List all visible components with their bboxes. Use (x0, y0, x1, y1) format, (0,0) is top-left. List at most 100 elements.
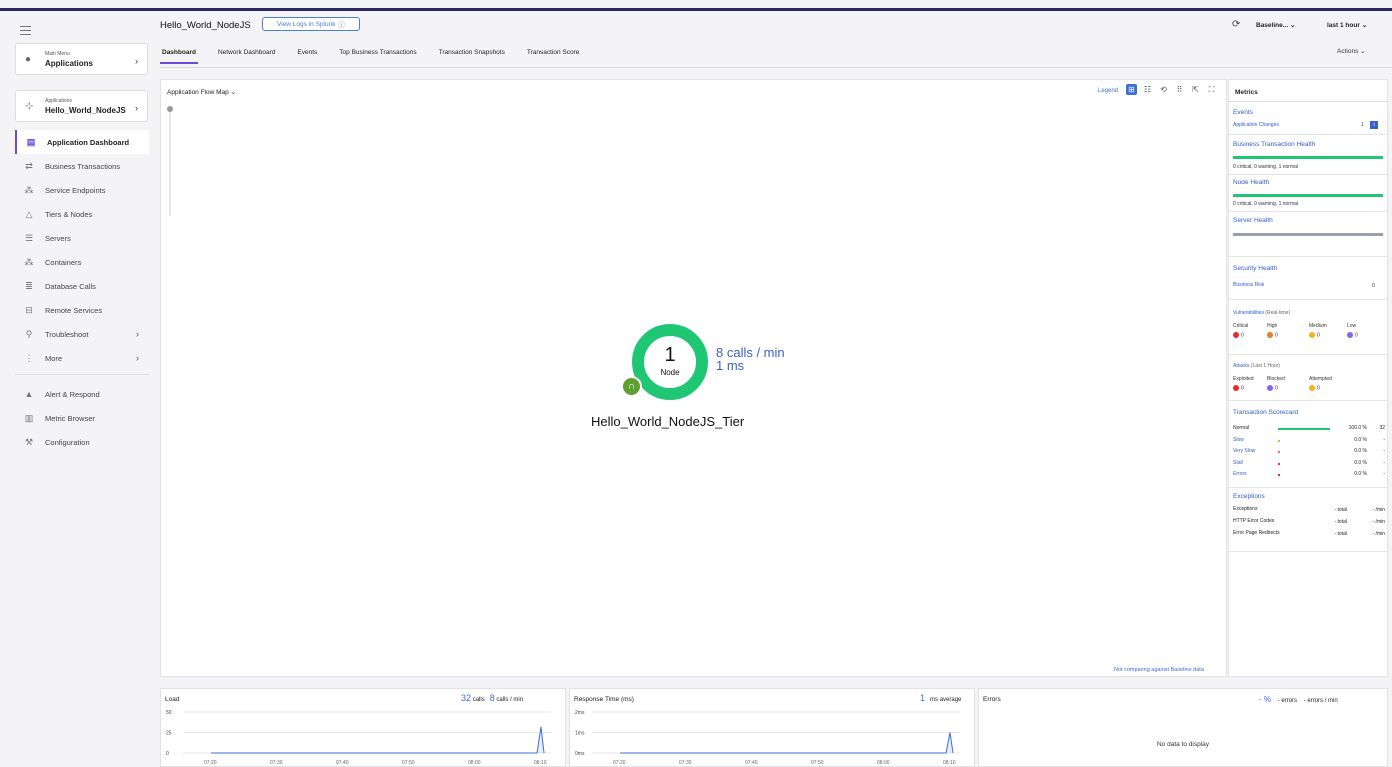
main-menu-card[interactable]: ● Main Menu Applications › (15, 43, 148, 75)
bt-health-title[interactable]: Business Transaction Health (1233, 141, 1315, 148)
series-line[interactable] (620, 732, 954, 754)
sidebar-nav: ▤ Application Dashboard ⇄ Business Trans… (15, 130, 149, 454)
vuln-count: 0 (1355, 332, 1358, 339)
x-tick-label: 08:00 (877, 760, 890, 766)
server-health-title[interactable]: Server Health (1233, 217, 1273, 224)
transactions-icon: ⇄ (25, 161, 33, 171)
application-flow-map[interactable]: Application Flow Map ⌄ Legend ⊞ ☷ ⟲ ⠿ ⇱ … (160, 79, 1227, 677)
tab-network-dashboard[interactable]: Network Dashboard (216, 49, 277, 67)
exceptions-row-label: Error Page Redirects (1233, 530, 1280, 536)
divider (1229, 174, 1387, 175)
x-tick-label: 07:40 (336, 760, 349, 766)
scorecard-row-label: Errors (1233, 471, 1247, 477)
remote-services-icon: ⊟ (25, 305, 33, 315)
sidebar-item-alert-respond[interactable]: ▲ Alert & Respond (15, 382, 149, 406)
legend-link[interactable]: Legend (1098, 88, 1118, 94)
application-changes-label[interactable]: Application Changes (1233, 122, 1279, 128)
status-dot-icon (1309, 385, 1315, 391)
tiers-icon: △ (25, 209, 33, 219)
exceptions-row-total: - total (1334, 519, 1347, 525)
sidebar-item-containers[interactable]: ⁂ Containers (15, 250, 149, 274)
load-chart-panel: Load 32 calls 8 calls / min 50 25 0 07:20 07… (160, 688, 566, 767)
tab-top-business-transactions[interactable]: Top Business Transactions (337, 49, 418, 67)
tab-dashboard[interactable]: Dashboard (160, 49, 198, 67)
vuln-count: 0 (1317, 332, 1320, 339)
tab-transaction-score[interactable]: Transaction Score (525, 49, 582, 67)
exceptions-title[interactable]: Exceptions (1233, 493, 1265, 500)
vuln-label: Medium (1309, 323, 1327, 329)
sidebar-item-service-endpoints[interactable]: ⁂ Service Endpoints (15, 178, 149, 202)
hamburger-menu-icon[interactable] (20, 26, 31, 35)
sidebar-item-application-dashboard[interactable]: ▤ Application Dashboard (15, 130, 149, 154)
status-dot-icon (1233, 332, 1239, 338)
scorecard-row[interactable]: Stall 0.0 % - (1233, 460, 1385, 470)
sidebar-item-business-transactions[interactable]: ⇄ Business Transactions (15, 154, 149, 178)
x-tick-label: 07:20 (204, 760, 217, 766)
grid-icon[interactable]: ⠿ (1174, 84, 1185, 95)
sidebar-item-label: Remote Services (45, 305, 103, 315)
chevron-right-icon: › (136, 329, 139, 339)
application-selector-card[interactable]: ⊹ Applications Hello_World_NodeJS › (15, 90, 148, 122)
scorecard-row-bar (1278, 451, 1280, 453)
vuln-label: Low (1347, 323, 1357, 329)
sidebar-item-remote-services[interactable]: ⊟ Remote Services (15, 298, 149, 322)
sidebar-item-database-calls[interactable]: ≣ Database Calls (15, 274, 149, 298)
attacks-count: 0 (1241, 385, 1244, 392)
series-line[interactable] (211, 726, 545, 754)
sidebar-item-more[interactable]: ⋮ More › (15, 346, 149, 370)
security-health-title[interactable]: Security Health (1233, 265, 1277, 272)
tier-node[interactable]: 1 Node (632, 324, 708, 400)
containers-icon: ⁂ (24, 257, 34, 267)
zoom-slider[interactable] (169, 106, 171, 216)
layout-auto-icon[interactable]: ⊞ (1126, 84, 1137, 95)
chevron-down-icon: ⌄ (1360, 48, 1366, 55)
attacks-subtitle: (Last 1 Hour) (1250, 363, 1280, 369)
load-chart[interactable]: 50 25 0 07:20 07:30 07:40 07:50 08:00 08:10 (161, 707, 565, 767)
sidebar-item-tiers-nodes[interactable]: △ Tiers & Nodes (15, 202, 149, 226)
database-icon: ≣ (25, 281, 33, 291)
scorecard-row[interactable]: Normal 100.0 % 32 (1233, 425, 1385, 435)
sidebar-item-configuration[interactable]: ⚒ Configuration (15, 430, 149, 454)
exceptions-row: Error Page Redirects - total - /min (1233, 531, 1385, 543)
sidebar-item-troubleshoot[interactable]: ⚲ Troubleshoot › (15, 322, 149, 346)
sidebar-item-label: Servers (45, 233, 71, 243)
baseline-dropdown[interactable]: Baseline... ⌄ (1256, 21, 1295, 29)
rearrange-icon[interactable]: ⟲ (1158, 84, 1169, 95)
attacks-value: 0 (1267, 385, 1278, 391)
time-range-dropdown[interactable]: last 1 hour ⌄ (1327, 21, 1367, 29)
flow-map-selector[interactable]: Application Flow Map ⌄ (167, 88, 236, 96)
tier-name[interactable]: Hello_World_NodeJS_Tier (591, 414, 744, 429)
scorecard-row[interactable]: Slow 0.0 % - (1233, 437, 1385, 447)
sidebar-item-metric-browser[interactable]: ▥ Metric Browser (15, 406, 149, 430)
view-logs-in-splunk-button[interactable]: View Logs in Splunk ⓘ (262, 17, 360, 31)
tab-transaction-snapshots[interactable]: Transaction Snapshots (437, 49, 507, 67)
scorecard-row[interactable]: Errors 0.0 % - (1233, 471, 1385, 481)
vulnerabilities-heading: Vulnerabilities (Real-time) (1233, 310, 1290, 316)
divider (1229, 299, 1387, 300)
node-health-title[interactable]: Node Health (1233, 179, 1269, 186)
sidebar-item-label: Application Dashboard (47, 137, 130, 147)
transaction-scorecard-title[interactable]: Transaction Scorecard (1233, 409, 1298, 416)
business-risk-label[interactable]: Business Risk (1233, 282, 1264, 288)
baseline-note[interactable]: Not comparing against Baseline data (1114, 667, 1204, 673)
exceptions-row-label: HTTP Error Codes (1233, 518, 1275, 524)
endpoints-icon: ⁂ (24, 185, 34, 195)
actions-dropdown[interactable]: Actions ⌄ (1337, 47, 1366, 55)
refresh-icon[interactable]: ⟳ (1232, 19, 1240, 30)
response-time-chart[interactable]: 2ms 1ms 0ms 07:20 07:30 07:40 07:50 08:00 08:10 (570, 707, 974, 767)
scorecard-row[interactable]: Very Slow 0.0 % - (1233, 448, 1385, 458)
zoom-slider-handle[interactable] (167, 106, 173, 112)
export-icon[interactable]: ⇱ (1190, 84, 1201, 95)
fullscreen-icon[interactable]: ⛶ (1206, 84, 1217, 95)
node-health-bar (1233, 194, 1383, 197)
changes-info-icon[interactable]: i (1370, 121, 1378, 129)
info-icon: ⓘ (338, 22, 345, 29)
sidebar-item-label: More (45, 353, 63, 363)
chevron-right-icon: › (135, 56, 138, 66)
response-time-stats: 1 ms average (920, 693, 961, 703)
layout-list-icon[interactable]: ☷ (1142, 84, 1153, 95)
events-title[interactable]: Events (1233, 109, 1253, 116)
sidebar-item-servers[interactable]: ☰ Servers (15, 226, 149, 250)
tab-events[interactable]: Events (295, 49, 319, 67)
x-tick-label: 08:10 (534, 760, 547, 766)
